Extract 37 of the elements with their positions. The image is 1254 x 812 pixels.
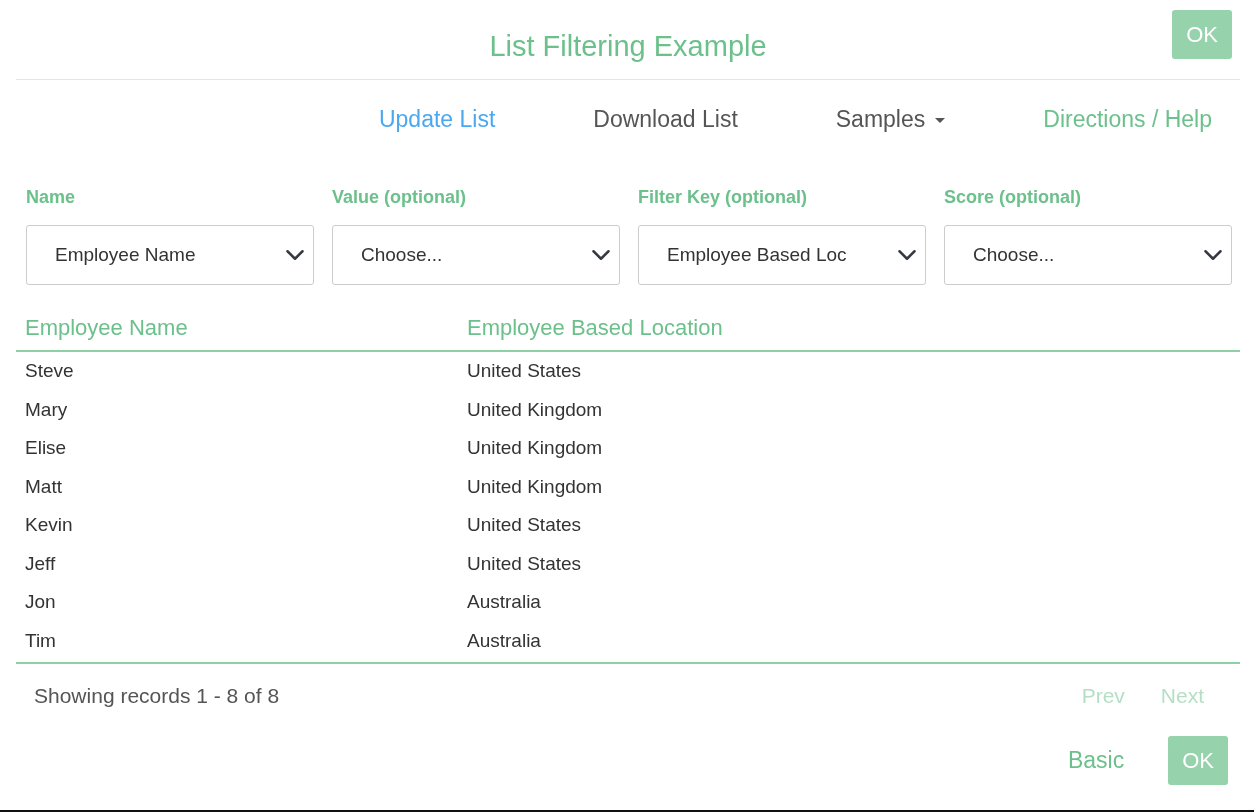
- nav-link[interactable]: Download List: [593, 102, 738, 184]
- nav-link[interactable]: Update List: [378, 102, 496, 184]
- table-cell-text: Steve: [24, 359, 75, 383]
- table-cell-text: United States: [467, 359, 582, 383]
- table-cell-text: United Kingdom: [467, 397, 603, 422]
- nav-link[interactable]: Directions / Help: [1043, 102, 1212, 184]
- table-cell-text: United States: [467, 513, 582, 537]
- ok-button[interactable]: OK: [1168, 736, 1228, 785]
- table-cell-text: United Kingdom: [467, 474, 603, 499]
- table-cell-text: United States: [467, 551, 582, 576]
- basic-button[interactable]: Basic: [1067, 743, 1125, 778]
- dialog-title: List Filtering Example: [489, 28, 767, 64]
- select-field[interactable]: Choose...: [944, 225, 1232, 285]
- table-cell-text: Australia: [467, 628, 541, 653]
- table-cell-text: Mary: [24, 397, 69, 422]
- field-label: Score (optional): [944, 186, 1082, 209]
- select-field[interactable]: Employee Name: [26, 225, 314, 285]
- table-cell-text: Kevin: [24, 513, 74, 537]
- field-label: Name: [26, 186, 77, 209]
- table-cell-text: Elise: [24, 436, 68, 460]
- table-cell-text: United Kingdom: [467, 436, 603, 460]
- table-cell-text: Tim: [24, 628, 57, 653]
- samples-dropdown[interactable]: Samples: [835, 102, 946, 184]
- record-count: Showing records 1 - 8 of 8: [34, 683, 281, 710]
- table-cell-text: Australia: [467, 590, 541, 614]
- dropdown-label: Samples: [835, 106, 926, 132]
- field-label: Filter Key (optional): [638, 186, 808, 209]
- column-header: Employee Name: [25, 314, 189, 342]
- column-header: Employee Based Location: [467, 314, 723, 342]
- table-cell-text: Matt: [24, 474, 63, 499]
- table-cell-text: Jeff: [24, 551, 57, 576]
- field-label: Value (optional): [332, 186, 467, 209]
- select-field[interactable]: Employee Based Loc: [638, 225, 926, 285]
- table-cell-text: Jon: [24, 590, 57, 614]
- caret-icon: [935, 118, 946, 124]
- select-field[interactable]: Choose...: [332, 225, 620, 285]
- ok-button[interactable]: OK: [1172, 10, 1232, 59]
